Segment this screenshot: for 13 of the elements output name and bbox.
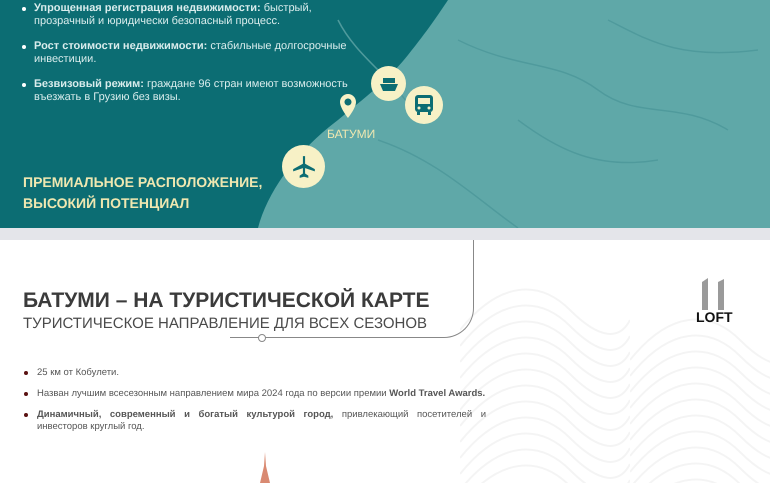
logo-text: LOFT — [696, 310, 733, 325]
bullet-text: Рост стоимости недвижимости: стабильные долгосрочные инвестиции. — [34, 40, 348, 66]
bullet-text: Безвизовый режим: граждане 96 стран имеют возможность въезжать в Грузию без визы. — [34, 78, 349, 104]
heading-line: ПРЕМИАЛЬНОЕ РАСПОЛОЖЕНИЕ, — [23, 173, 262, 192]
bullet-text: 25 км от Кобулети. — [37, 367, 119, 379]
heading-line: ВЫСОКИЙ ПОТЕНЦИАЛ — [23, 194, 190, 213]
section-title: БАТУМИ – НА ТУРИСТИЧЕСКОЙ КАРТЕ — [23, 288, 430, 314]
bullet-text: Упрощенная регистрация недвижимости: быстрый, прозрачный и юридически безопасный процесс. — [34, 2, 313, 28]
bullet-text: Назван лучшим всесезонным направлением мира 2024 года по версии премии World Travel Awards. — [37, 388, 486, 400]
bullet-text: Динамичный, современный и богатый культурой город, привлекающий посетителей и инвесторов круглый год. — [37, 409, 486, 433]
location-pin-icon — [340, 94, 356, 118]
section-subtitle: ТУРИСТИЧЕСКОЕ НАПРАВЛЕНИЕ ДЛЯ ВСЕХ СЕЗОНОВ — [23, 314, 428, 334]
city-label: БАТУМИ — [327, 126, 376, 143]
